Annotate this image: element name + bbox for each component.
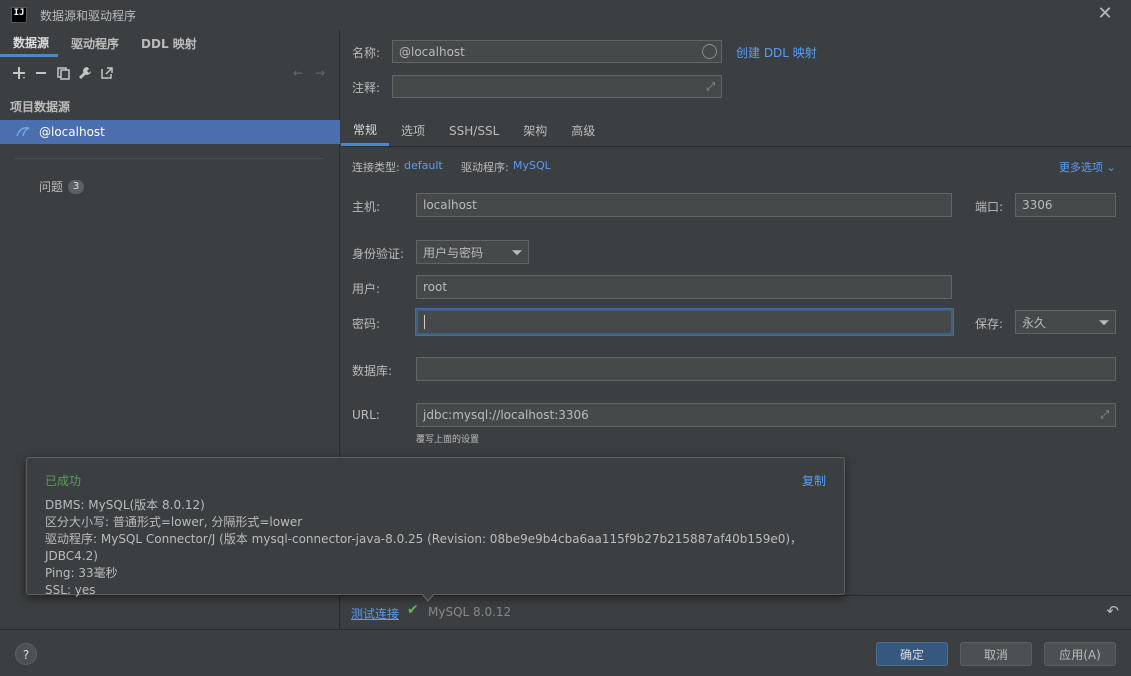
- save-value: 永久: [1022, 315, 1047, 330]
- ok-button[interactable]: 确定: [876, 642, 948, 666]
- app-icon: IJ: [11, 7, 27, 23]
- auth-select[interactable]: 用户与密码: [416, 240, 529, 264]
- left-toolbar: ← →: [8, 63, 331, 83]
- database-input[interactable]: [416, 357, 1116, 381]
- copy-link[interactable]: 复制: [802, 472, 826, 489]
- tab-advanced[interactable]: 高级: [559, 115, 607, 146]
- section-title: 项目数据源: [10, 100, 71, 114]
- auth-value: 用户与密码: [423, 245, 484, 260]
- problems-label: 问题: [39, 180, 64, 194]
- database-label: 数据库:: [352, 364, 393, 378]
- connection-result-popup: 已成功 复制 DBMS: MySQL(版本 8.0.12) 区分大小写: 普通形…: [26, 457, 845, 597]
- chevron-down-icon: [512, 250, 522, 256]
- driver-value[interactable]: MySQL: [513, 159, 551, 172]
- host-label: 主机:: [352, 200, 381, 214]
- result-details: DBMS: MySQL(版本 8.0.12) 区分大小写: 普通形式=lower…: [45, 497, 844, 599]
- wrench-icon[interactable]: [74, 63, 96, 83]
- text-caret: [424, 315, 425, 329]
- left-tabs: 数据源 驱动程序 DDL 映射: [0, 30, 339, 57]
- tab-drivers[interactable]: 驱动程序: [58, 30, 128, 57]
- revert-icon[interactable]: ↶: [1106, 602, 1119, 620]
- window-title: 数据源和驱动程序: [40, 8, 137, 23]
- datasource-label: @localhost: [39, 125, 105, 139]
- result-line: Ping: 33毫秒: [45, 566, 118, 580]
- name-label: 名称:: [352, 46, 381, 60]
- auth-label: 身份验证:: [352, 247, 405, 261]
- save-label: 保存:: [975, 317, 1004, 331]
- dialog-footer: ? 确定 取消 应用(A): [0, 629, 1131, 676]
- port-label: 端口:: [975, 200, 1004, 214]
- connection-type-label: 连接类型:: [352, 161, 400, 174]
- tab-options[interactable]: 选项: [389, 115, 437, 146]
- save-select[interactable]: 永久: [1015, 310, 1116, 334]
- user-label: 用户:: [352, 282, 381, 296]
- tab-ssh-ssl[interactable]: SSH/SSL: [437, 115, 511, 146]
- tab-ddl-mappings[interactable]: DDL 映射: [128, 30, 206, 57]
- name-input[interactable]: @localhost: [392, 40, 722, 63]
- user-value: root: [423, 280, 448, 294]
- copy-icon[interactable]: [52, 63, 74, 83]
- port-value: 3306: [1022, 198, 1053, 212]
- test-connection-link[interactable]: 测试连接: [351, 605, 399, 622]
- password-input[interactable]: [416, 309, 953, 335]
- divider: [14, 158, 324, 159]
- host-value: localhost: [423, 198, 477, 212]
- url-hint: 覆写上面的设置: [416, 435, 480, 445]
- mysql-version: MySQL 8.0.12: [428, 605, 512, 619]
- create-ddl-mapping-link[interactable]: 创建 DDL 映射: [736, 44, 817, 61]
- url-input[interactable]: jdbc:mysql://localhost:3306 ⤢: [416, 403, 1116, 427]
- url-value: jdbc:mysql://localhost:3306: [423, 408, 589, 422]
- comment-input[interactable]: ⤢: [392, 75, 722, 98]
- host-input[interactable]: localhost: [416, 193, 952, 217]
- check-icon: ✔: [407, 602, 419, 618]
- mysql-icon: [15, 124, 31, 140]
- user-input[interactable]: root: [416, 275, 952, 299]
- name-value: @localhost: [399, 44, 465, 59]
- forward-arrow-icon[interactable]: →: [309, 63, 331, 83]
- help-button[interactable]: ?: [15, 643, 37, 665]
- add-icon[interactable]: [8, 63, 30, 83]
- color-circle-icon[interactable]: [702, 44, 717, 59]
- close-icon[interactable]: ✕: [1097, 5, 1113, 23]
- comment-label: 注释:: [352, 81, 381, 95]
- remove-icon[interactable]: [30, 63, 52, 83]
- success-status: 已成功: [45, 474, 82, 488]
- problems-count-badge: 3: [68, 179, 85, 194]
- back-arrow-icon[interactable]: ←: [287, 63, 309, 83]
- password-label: 密码:: [352, 317, 381, 331]
- result-line: SSL: yes: [45, 583, 96, 597]
- export-icon[interactable]: [96, 63, 118, 83]
- datasource-item[interactable]: @localhost: [0, 120, 340, 144]
- settings-tabs: 常规 选项 SSH/SSL 架构 高级: [341, 115, 1131, 147]
- chevron-down-icon: [1099, 320, 1109, 326]
- popup-pointer-inner: [422, 593, 434, 600]
- title-bar: IJ 数据源和驱动程序 ✕: [0, 0, 1131, 30]
- port-input[interactable]: 3306: [1015, 193, 1116, 217]
- connection-type-value[interactable]: default: [404, 159, 443, 172]
- apply-button[interactable]: 应用(A): [1044, 642, 1116, 666]
- result-line: DBMS: MySQL(版本 8.0.12): [45, 498, 205, 512]
- tab-datasources[interactable]: 数据源: [0, 30, 59, 57]
- driver-label: 驱动程序:: [461, 161, 509, 174]
- tab-general[interactable]: 常规: [341, 115, 390, 146]
- cancel-button[interactable]: 取消: [960, 642, 1032, 666]
- problems-item[interactable]: 问题 3: [39, 178, 85, 195]
- expand-icon[interactable]: ⤢: [1100, 408, 1109, 422]
- tab-schemas[interactable]: 架构: [511, 115, 559, 146]
- more-options-link[interactable]: 更多选项 ⌄: [1059, 159, 1116, 175]
- url-label: URL:: [352, 408, 380, 422]
- result-line: 驱动程序: MySQL Connector/J (版本 mysql-connec…: [45, 532, 803, 563]
- result-line: 区分大小写: 普通形式=lower, 分隔形式=lower: [45, 515, 303, 529]
- expand-icon[interactable]: ⤢: [706, 80, 715, 94]
